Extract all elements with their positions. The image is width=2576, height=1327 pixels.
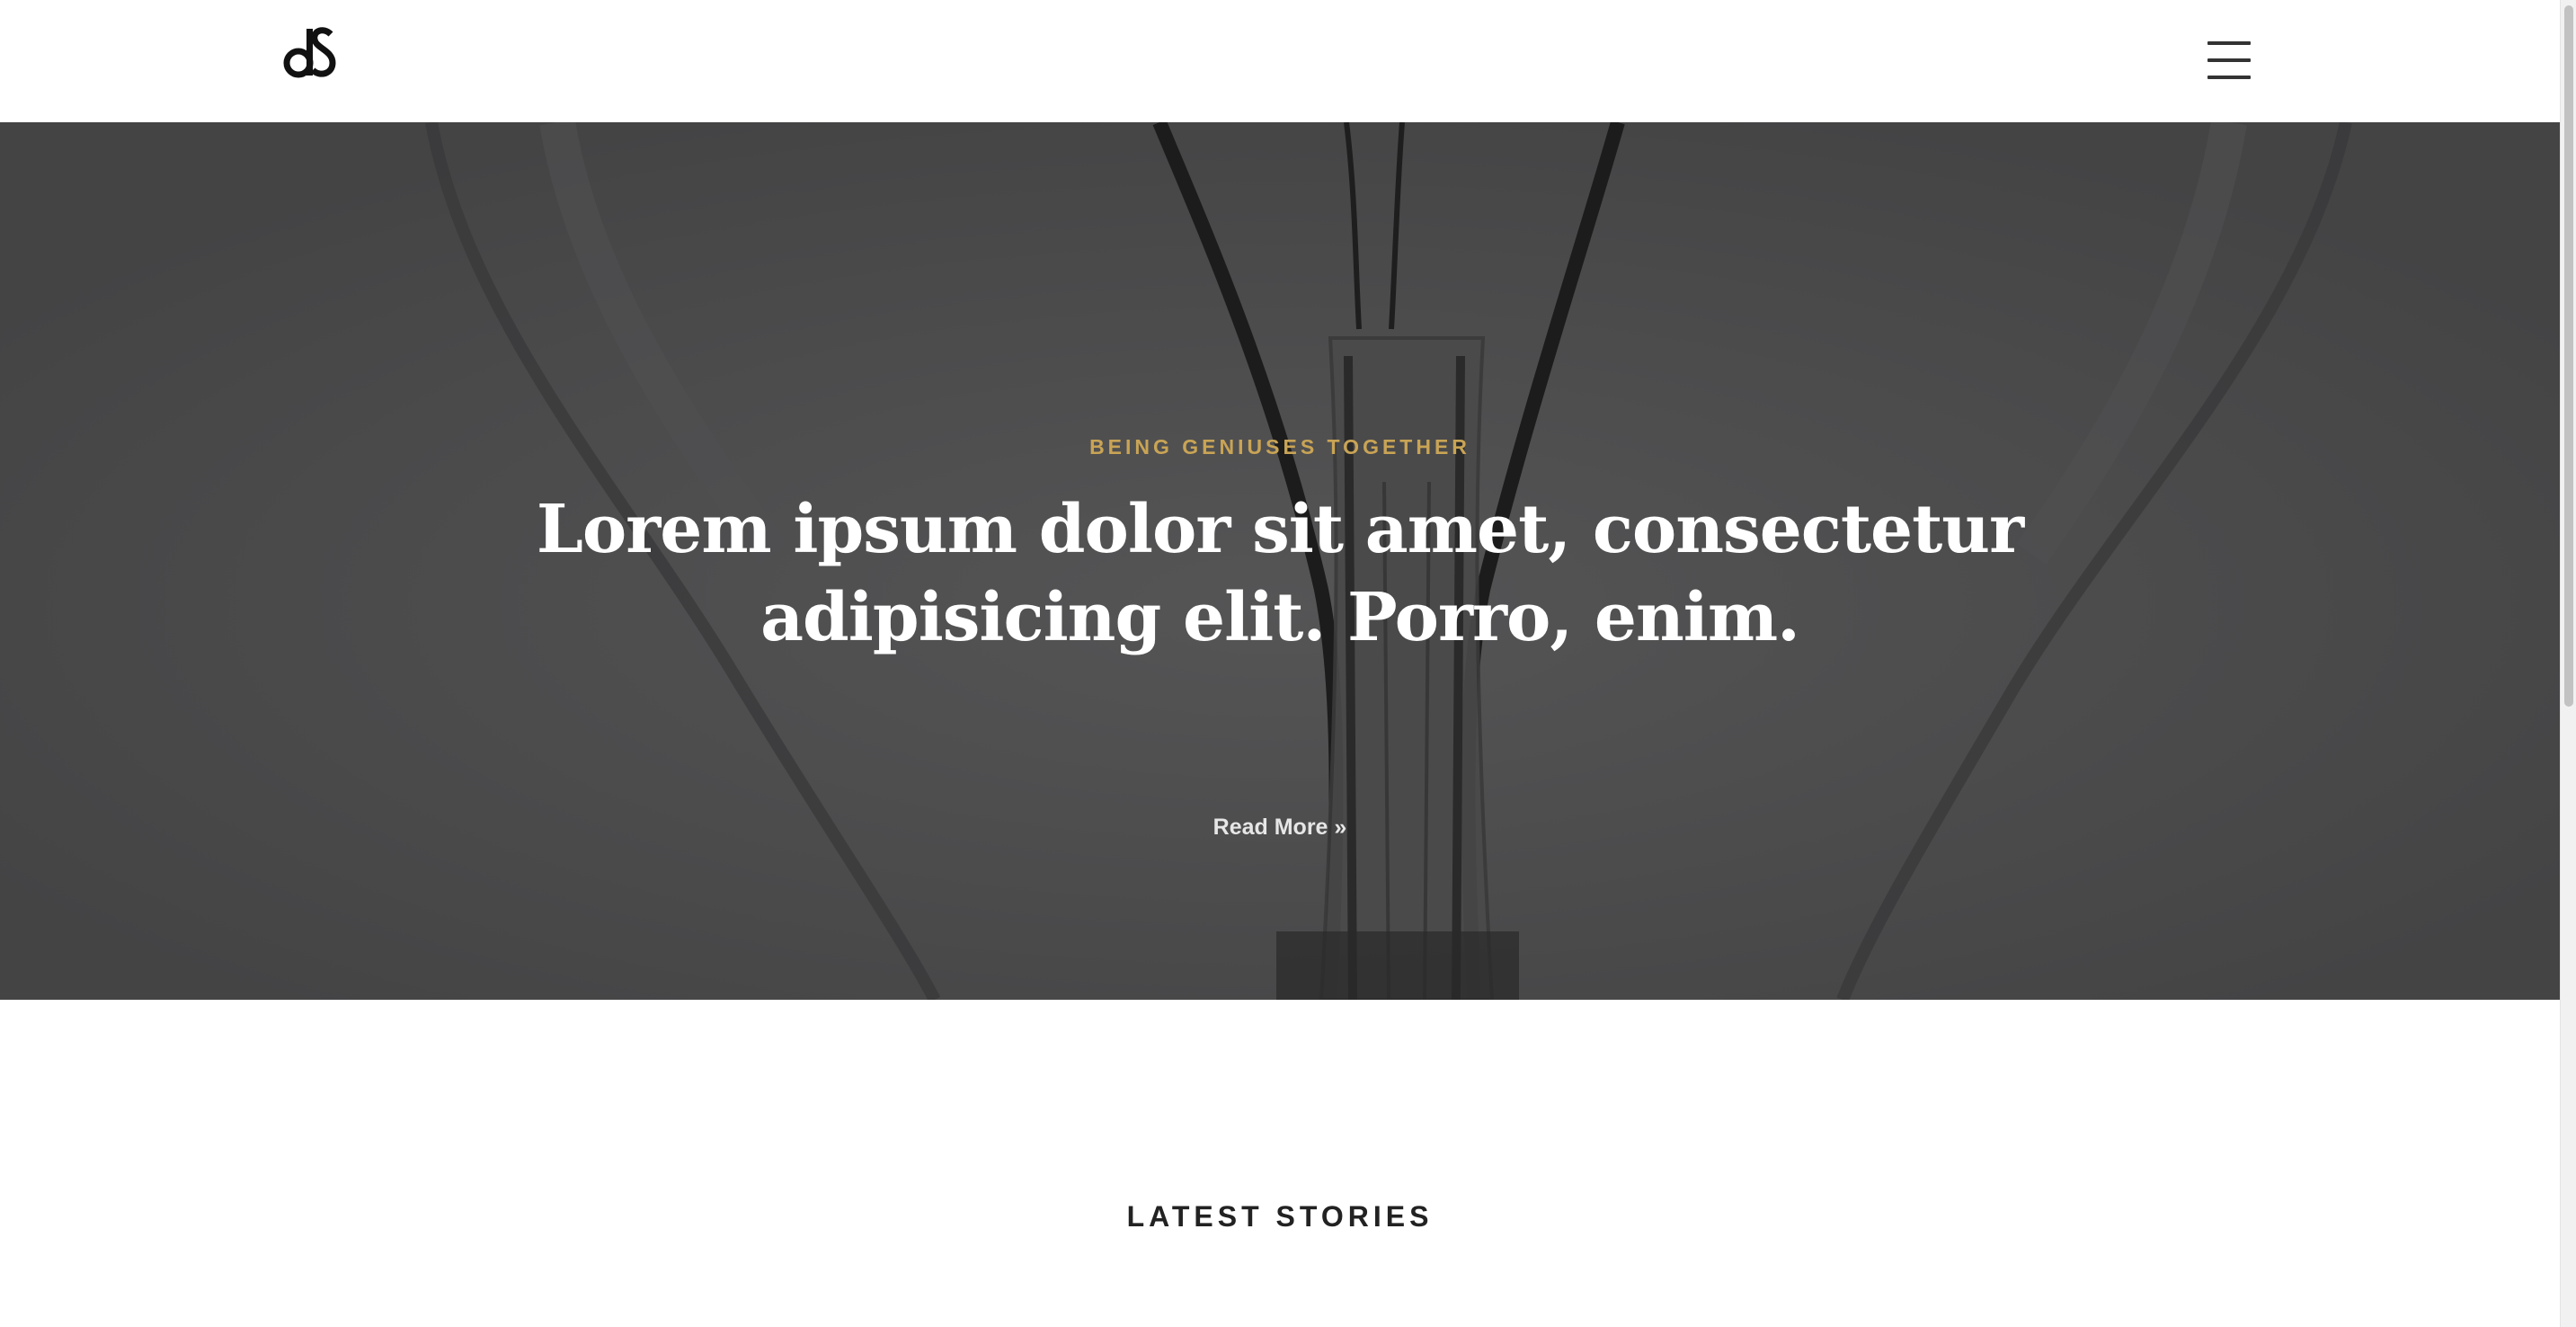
menu-bar [2207,58,2251,62]
site-header [0,0,2560,122]
menu-bar [2207,76,2251,79]
hero-content: BEING GENIUSES TOGETHER Lorem ipsum dolo… [0,122,2560,1000]
menu-bar [2207,41,2251,45]
latest-stories-heading: LATEST STORIES [1126,1199,1434,1233]
hero-title: Lorem ipsum dolor sit amet, consectetur … [536,491,2024,656]
read-more-link[interactable]: Read More » [0,815,2560,841]
hero-section: BEING GENIUSES TOGETHER Lorem ipsum dolo… [0,122,2560,1000]
hamburger-menu-icon[interactable] [2204,38,2254,83]
site-logo[interactable] [279,22,342,85]
read-more-label[interactable]: Read More » [1213,815,1347,840]
page: BEING GENIUSES TOGETHER Lorem ipsum dolo… [0,0,2576,1327]
scrollbar-thumb[interactable] [2564,5,2573,707]
ds-logo-icon [283,27,336,78]
hero-eyebrow: BEING GENIUSES TOGETHER [1089,435,1470,459]
page-scrollbar[interactable] [2560,0,2576,1327]
